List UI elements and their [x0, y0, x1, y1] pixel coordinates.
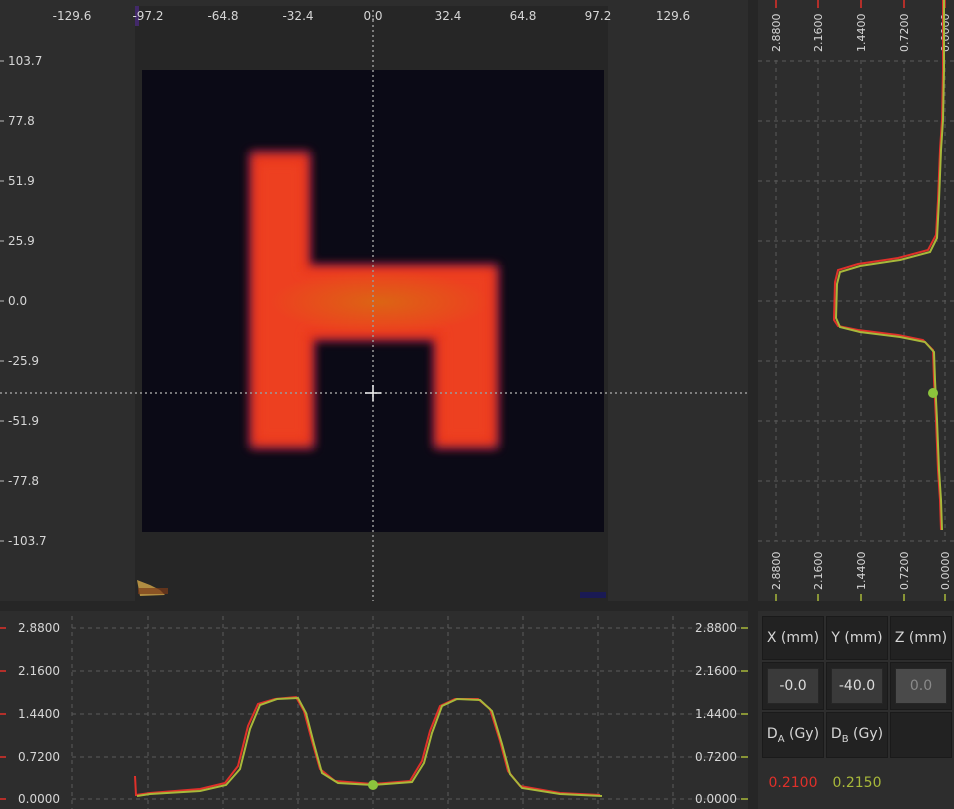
left-axis-tick-label: 2.1600 — [18, 664, 60, 678]
x-axis-tick-label: -129.6 — [53, 9, 92, 23]
y-column-header: Y (mm) — [826, 616, 888, 660]
vertical-profile-bottom-tick-label: 1.4400 — [855, 552, 868, 591]
vertical-profile-top-tick-label: 1.4400 — [855, 14, 868, 53]
x-axis-tick-label: 97.2 — [585, 9, 612, 23]
x-coordinate-field[interactable]: -0.0 — [767, 668, 819, 704]
da-column-header: DA (Gy) — [762, 712, 824, 758]
x-axis-tick-label: -97.2 — [132, 9, 163, 23]
right-axis-tick-label: 1.4400 — [695, 707, 737, 721]
z-coordinate-field: 0.0 — [895, 668, 947, 704]
y-axis-tick-label: -51.9 — [8, 414, 39, 428]
empty-header-cell — [890, 712, 952, 758]
z-column-header: Z (mm) — [890, 616, 952, 660]
y-value-cell: -40.0 — [826, 662, 888, 710]
x-axis-tick-label: -64.8 — [207, 9, 238, 23]
z-label: Z (mm) — [894, 630, 948, 646]
y-axis-tick-label: 77.8 — [8, 114, 35, 128]
z-value-cell: 0.0 — [890, 662, 952, 710]
x-axis-tick-label: 32.4 — [435, 9, 462, 23]
x-axis-tick-label: -32.4 — [282, 9, 313, 23]
vertical-profile-grid — [758, 60, 954, 542]
vertical-profile-canvas[interactable]: 2.8800 2.1600 1.4400 0.7200 0.0000 2.8800 2.1… — [758, 0, 954, 601]
vertical-profile-top-tick-label: 0.0000 — [939, 14, 952, 53]
vertical-profile-bottom-tick-label: 0.0000 — [939, 552, 952, 591]
x-column-header: X (mm) — [762, 616, 824, 660]
x-axis-tick-label: 0.0 — [363, 9, 382, 23]
horizontal-profile-left-axis: 2.8800 2.1600 1.4400 0.7200 0.0000 — [0, 621, 60, 806]
da-label: DA (Gy) — [766, 725, 820, 745]
horizontal-profile-cursor-marker[interactable] — [368, 780, 378, 790]
horizontal-profile-series-a — [134, 695, 601, 797]
vertical-splitter[interactable] — [748, 0, 758, 809]
dose-map-canvas[interactable]: -129.6 -97.2 -64.8 -32.4 0.0 32.4 64.8 97.2 129.… — [0, 0, 748, 601]
y-axis-tick-label: -77.8 — [8, 474, 39, 488]
vertical-profile-bottom-tick-label: 2.8800 — [770, 552, 783, 591]
vertical-profile-bottom-axis: 2.8800 2.1600 1.4400 0.7200 0.0000 — [770, 552, 952, 601]
y-axis-tick-label: 0.0 — [8, 294, 27, 308]
x-axis: -129.6 -97.2 -64.8 -32.4 0.0 32.4 64.8 97.2 129.… — [53, 9, 691, 23]
right-axis-tick-label: 0.0000 — [695, 792, 737, 806]
vertical-profile-top-axis: 2.8800 2.1600 1.4400 0.7200 0.0000 — [770, 0, 952, 52]
horizontal-profile-series-b — [136, 696, 603, 797]
vertical-profile-top-tick-label: 2.1600 — [812, 14, 825, 53]
x-label: X (mm) — [766, 630, 820, 646]
vertical-profile-top-tick-label: 0.7200 — [898, 14, 911, 53]
point-info-panel: X (mm) Y (mm) Z (mm) -0.0 -40.0 0.0 DA (… — [758, 611, 954, 809]
y-axis-tick-label: 25.9 — [8, 234, 35, 248]
left-axis-tick-label: 1.4400 — [18, 707, 60, 721]
dose-a-value: 0.2100 — [768, 775, 818, 791]
right-axis-tick-label: 0.7200 — [695, 750, 737, 764]
left-axis-tick-label: 2.8800 — [18, 621, 60, 635]
x-axis-tick-label: 64.8 — [510, 9, 537, 23]
vertical-profile-cursor-marker[interactable] — [928, 388, 938, 398]
vertical-profile-bottom-tick-label: 0.7200 — [898, 552, 911, 591]
dose-map-view[interactable]: -129.6 -97.2 -64.8 -32.4 0.0 32.4 64.8 97.2 129.… — [0, 0, 748, 601]
right-axis-tick-label: 2.8800 — [695, 621, 737, 635]
horizontal-profile-right-axis: 2.8800 2.1600 1.4400 0.7200 0.0000 — [695, 621, 748, 806]
horizontal-profile-plot[interactable]: 2.8800 2.1600 1.4400 0.7200 0.0000 2.8800 2.1… — [0, 611, 748, 809]
y-label: Y (mm) — [831, 630, 883, 646]
y-value: -40.0 — [838, 678, 876, 694]
vertical-profile-bottom-tick-label: 2.1600 — [812, 552, 825, 591]
y-axis: 103.7 77.8 51.9 25.9 0.0 -25.9 -51.9 -77.8 -103.… — [0, 54, 47, 548]
dose-b-value: 0.2150 — [832, 775, 882, 791]
x-value: -0.0 — [779, 678, 807, 694]
db-label: DB (Gy) — [830, 725, 884, 745]
y-axis-tick-label: 103.7 — [8, 54, 42, 68]
vertical-profile-plot[interactable]: 2.8800 2.1600 1.4400 0.7200 0.0000 2.8800 2.1… — [758, 0, 954, 601]
y-axis-tick-label: -103.7 — [8, 534, 47, 548]
horizontal-splitter[interactable] — [0, 601, 954, 611]
x-axis-tick-label: 129.6 — [656, 9, 690, 23]
vertical-profile-top-tick-label: 2.8800 — [770, 14, 783, 53]
y-axis-tick-label: 51.9 — [8, 174, 35, 188]
left-axis-tick-label: 0.0000 — [18, 792, 60, 806]
horizontal-profile-canvas[interactable]: 2.8800 2.1600 1.4400 0.7200 0.0000 2.8800 2.1… — [0, 611, 748, 809]
vertical-profile-series-a — [832, 0, 944, 531]
y-axis-tick-label: -25.9 — [8, 354, 39, 368]
x-value-cell: -0.0 — [762, 662, 824, 710]
y-coordinate-field[interactable]: -40.0 — [831, 668, 883, 704]
z-value: 0.0 — [909, 678, 933, 694]
db-column-header: DB (Gy) — [826, 712, 888, 758]
right-axis-tick-label: 2.1600 — [695, 664, 737, 678]
left-axis-tick-label: 0.7200 — [18, 750, 60, 764]
